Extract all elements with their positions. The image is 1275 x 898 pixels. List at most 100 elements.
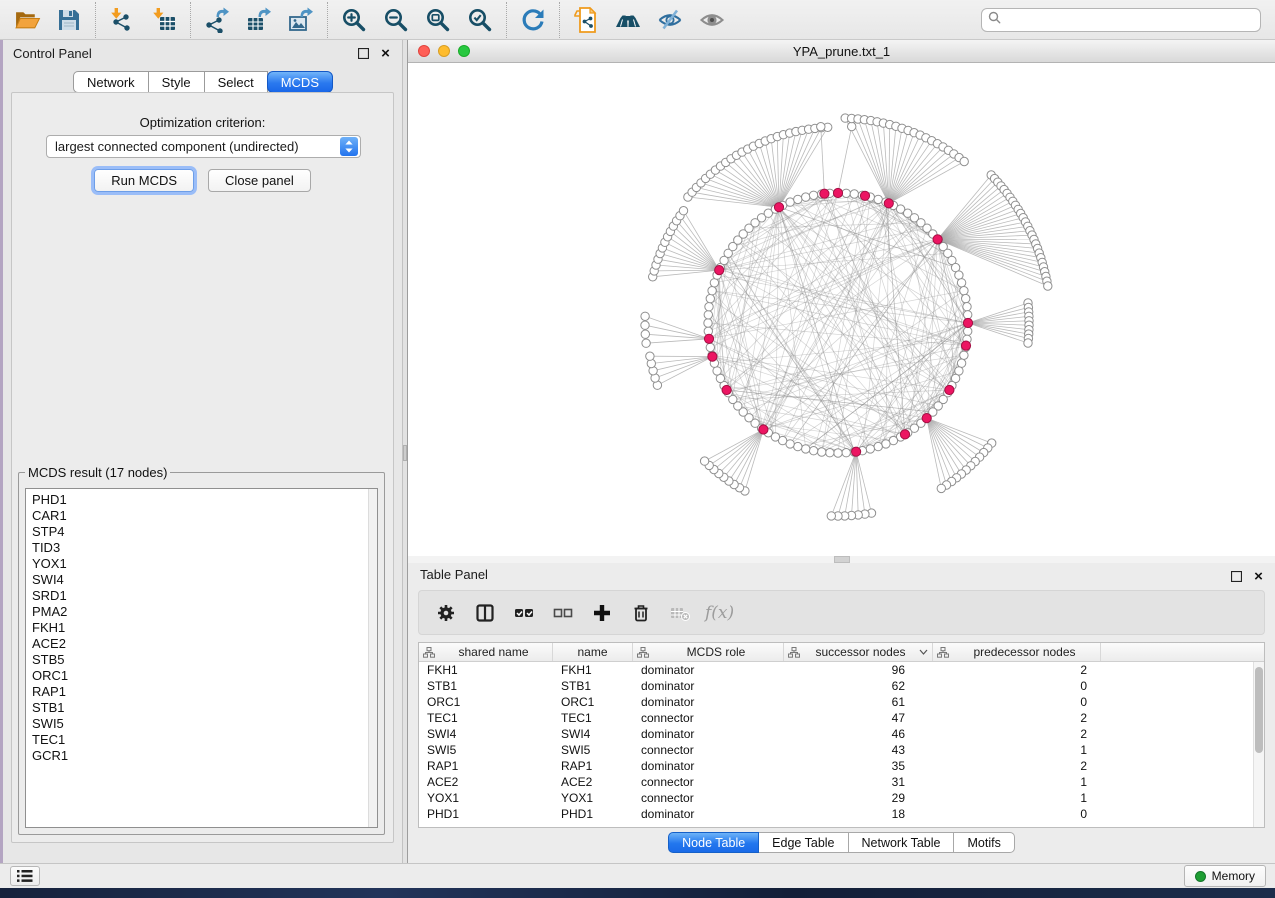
window-minimize-icon[interactable] (438, 45, 450, 57)
table-row[interactable]: ACE2ACE2connector311 (419, 774, 1253, 790)
table-cell[interactable]: 2 (933, 710, 1101, 726)
table-cell[interactable]: RAP1 (553, 758, 633, 774)
show-visibility-icon[interactable] (691, 3, 733, 37)
table-cell[interactable]: YOX1 (553, 790, 633, 806)
vertical-splitter-handle[interactable] (403, 445, 407, 461)
column-header-name[interactable]: name (553, 643, 633, 661)
table-scrollbar-thumb[interactable] (1255, 667, 1263, 753)
export-image-icon[interactable] (280, 3, 322, 37)
mcds-result-node[interactable]: GCR1 (32, 748, 377, 764)
select-all-checkbox-icon[interactable] (513, 602, 535, 624)
memory-button[interactable]: Memory (1184, 865, 1266, 887)
table-cell[interactable]: SWI5 (419, 742, 553, 758)
table-cell[interactable]: dominator (633, 726, 784, 742)
table-cell[interactable]: 1 (933, 790, 1101, 806)
table-cell[interactable]: FKH1 (553, 662, 633, 678)
table-cell[interactable]: 2 (933, 758, 1101, 774)
table-row[interactable]: RAP1RAP1dominator352 (419, 758, 1253, 774)
mcds-result-node[interactable]: FKH1 (32, 620, 377, 636)
network-file-icon[interactable] (565, 3, 607, 37)
column-header-shared-name[interactable]: shared name (419, 643, 553, 661)
mcds-result-node[interactable]: PHD1 (32, 492, 377, 508)
table-cell[interactable]: FKH1 (419, 662, 553, 678)
table-cell[interactable]: STB1 (419, 678, 553, 694)
zoom-out-icon[interactable] (375, 3, 417, 37)
table-cell[interactable]: connector (633, 710, 784, 726)
table-cell[interactable]: 47 (784, 710, 933, 726)
zoom-in-icon[interactable] (333, 3, 375, 37)
table-cell[interactable]: ORC1 (419, 694, 553, 710)
table-cell[interactable]: dominator (633, 806, 784, 822)
column-header-predecessor-nodes[interactable]: predecessor nodes (933, 643, 1101, 661)
column-header-successor-nodes[interactable]: successor nodes (784, 643, 933, 661)
table-cell[interactable]: 2 (933, 726, 1101, 742)
network-window-titlebar[interactable]: YPA_prune.txt_1 (408, 40, 1275, 63)
zoom-fit-icon[interactable] (417, 3, 459, 37)
binoculars-icon[interactable] (607, 3, 649, 37)
table-cell[interactable]: 62 (784, 678, 933, 694)
table-cell[interactable]: 61 (784, 694, 933, 710)
table-cell[interactable]: dominator (633, 662, 784, 678)
function-builder-icon[interactable]: f(x) (705, 603, 734, 623)
column-header-mcds-role[interactable]: MCDS role (633, 643, 784, 661)
control-panel-close-icon[interactable]: × (379, 47, 392, 60)
table-row[interactable]: STB1STB1dominator620 (419, 678, 1253, 694)
mcds-result-node[interactable]: TEC1 (32, 732, 377, 748)
mcds-result-node[interactable]: CAR1 (32, 508, 377, 524)
table-cell[interactable]: ORC1 (553, 694, 633, 710)
table-cell[interactable]: 2 (933, 662, 1101, 678)
mcds-result-node[interactable]: SWI5 (32, 716, 377, 732)
table-row[interactable]: ORC1ORC1dominator610 (419, 694, 1253, 710)
table-cell[interactable]: dominator (633, 694, 784, 710)
import-network-icon[interactable] (101, 3, 143, 37)
add-column-icon[interactable] (591, 602, 613, 624)
split-columns-icon[interactable] (474, 602, 496, 624)
mcds-result-scrollbar[interactable] (368, 489, 377, 827)
tab-style[interactable]: Style (149, 71, 205, 93)
tab-network[interactable]: Network (73, 71, 149, 93)
mcds-result-node[interactable]: RAP1 (32, 684, 377, 700)
table-cell[interactable]: connector (633, 742, 784, 758)
table-row[interactable]: SWI5SWI5connector431 (419, 742, 1253, 758)
table-cell[interactable]: TEC1 (419, 710, 553, 726)
close-panel-button[interactable]: Close panel (208, 169, 311, 192)
table-cell[interactable]: 46 (784, 726, 933, 742)
task-history-button[interactable] (10, 866, 40, 886)
table-cell[interactable]: 0 (933, 694, 1101, 710)
mcds-result-node[interactable]: TID3 (32, 540, 377, 556)
table-cell[interactable]: SWI4 (419, 726, 553, 742)
table-cell[interactable]: 0 (933, 806, 1101, 822)
zoom-selected-icon[interactable] (459, 3, 501, 37)
table-cell[interactable]: connector (633, 774, 784, 790)
network-canvas[interactable] (408, 63, 1275, 556)
window-maximize-icon[interactable] (458, 45, 470, 57)
tab-select[interactable]: Select (205, 71, 268, 93)
deselect-all-checkbox-icon[interactable] (552, 602, 574, 624)
run-mcds-button[interactable]: Run MCDS (94, 169, 194, 192)
refresh-icon[interactable] (512, 3, 554, 37)
table-cell[interactable]: dominator (633, 678, 784, 694)
save-icon[interactable] (48, 3, 90, 37)
delete-column-icon[interactable] (630, 602, 652, 624)
table-cell[interactable]: dominator (633, 758, 784, 774)
window-close-icon[interactable] (418, 45, 430, 57)
mcds-result-node[interactable]: SRD1 (32, 588, 377, 604)
tab-motifs[interactable]: Motifs (954, 832, 1014, 853)
mcds-result-node[interactable]: ACE2 (32, 636, 377, 652)
table-cell[interactable]: ACE2 (553, 774, 633, 790)
table-cell[interactable]: 1 (933, 742, 1101, 758)
import-table-icon[interactable] (143, 3, 185, 37)
table-scrollbar[interactable] (1253, 662, 1264, 827)
table-cell[interactable]: 18 (784, 806, 933, 822)
tab-edge-table[interactable]: Edge Table (759, 832, 848, 853)
mcds-result-node[interactable]: YOX1 (32, 556, 377, 572)
table-cell[interactable]: PHD1 (419, 806, 553, 822)
table-cell[interactable]: 35 (784, 758, 933, 774)
mcds-result-list[interactable]: PHD1CAR1STP4TID3YOX1SWI4SRD1PMA2FKH1ACE2… (25, 488, 378, 828)
table-cell[interactable]: connector (633, 790, 784, 806)
table-row[interactable]: TEC1TEC1connector472 (419, 710, 1253, 726)
hide-visibility-icon[interactable] (649, 3, 691, 37)
table-cell[interactable]: 31 (784, 774, 933, 790)
table-cell[interactable]: SWI4 (553, 726, 633, 742)
optimization-criterion-select[interactable]: largest connected component (undirected) (46, 135, 361, 158)
